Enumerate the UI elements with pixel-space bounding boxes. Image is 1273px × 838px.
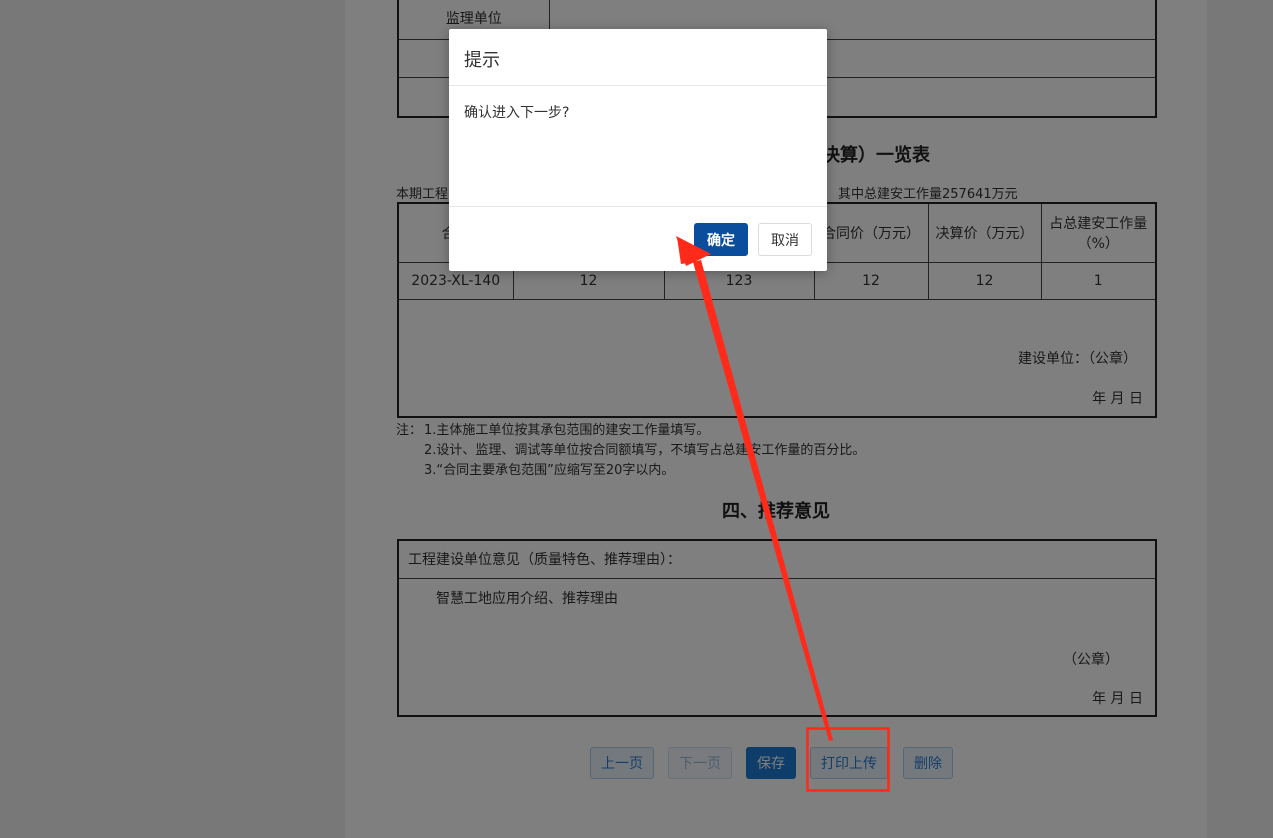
confirm-dialog: 提示 确认进入下一步? 确定 取消 bbox=[449, 29, 827, 271]
dialog-footer: 确定 取消 bbox=[449, 206, 827, 271]
cancel-button[interactable]: 取消 bbox=[758, 223, 812, 256]
dialog-message: 确认进入下一步? bbox=[464, 105, 570, 121]
dialog-header: 提示 bbox=[449, 29, 827, 86]
confirm-button[interactable]: 确定 bbox=[694, 223, 748, 256]
dialog-title: 提示 bbox=[464, 50, 500, 71]
